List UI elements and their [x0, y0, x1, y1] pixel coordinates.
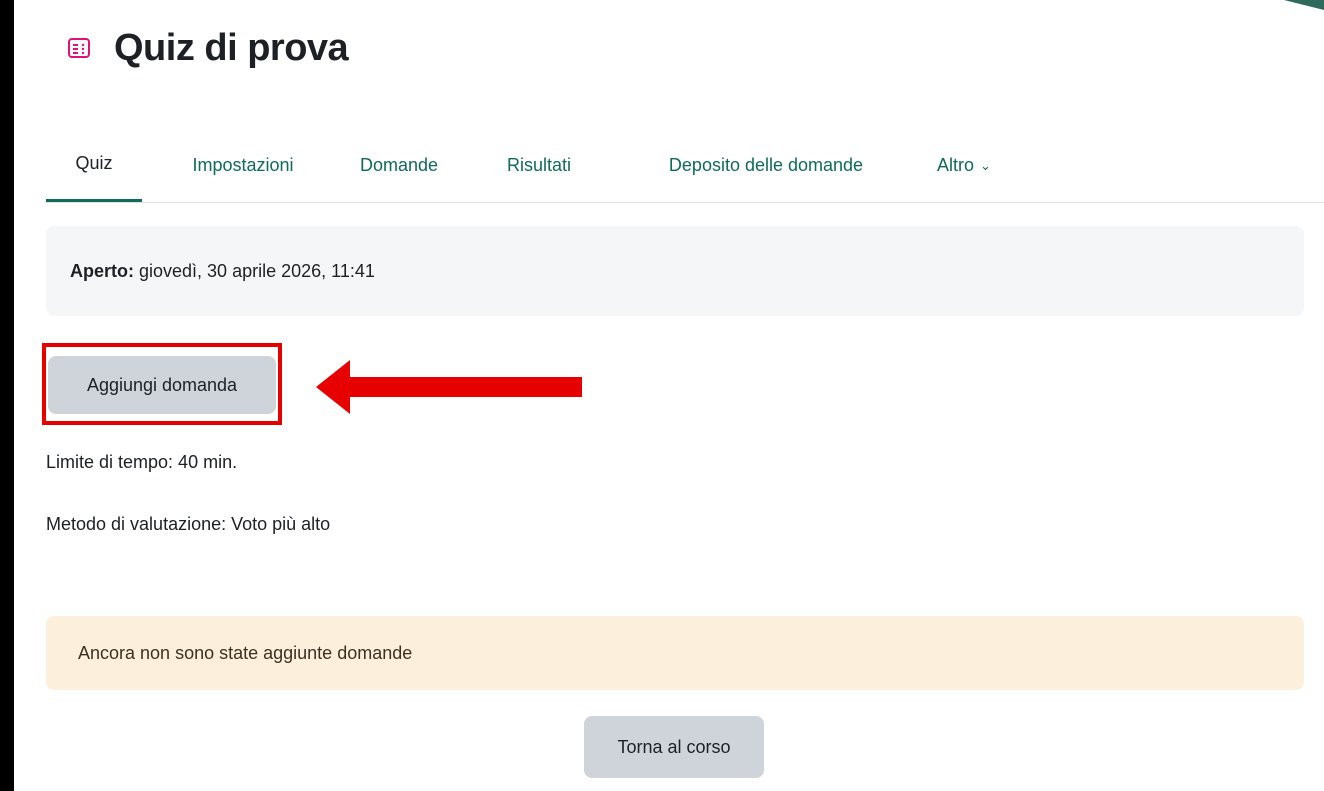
page-frame: Quiz di prova Quiz Impostazioni Domande …	[14, 0, 1324, 791]
tab-label: Deposito delle domande	[668, 154, 864, 175]
tab-label: Domande	[359, 154, 439, 175]
secondary-navigation: Quiz Impostazioni Domande Risultati Depo…	[46, 128, 1324, 203]
back-to-course-button[interactable]: Torna al corso	[584, 716, 764, 778]
tab-risultati[interactable]: Risultati	[486, 128, 592, 202]
tab-domande[interactable]: Domande	[344, 128, 454, 202]
corner-decoration	[1284, 0, 1324, 10]
open-date-value: giovedì, 30 aprile 2026, 11:41	[139, 260, 375, 281]
quiz-icon	[66, 35, 92, 61]
tab-impostazioni[interactable]: Impostazioni	[170, 128, 316, 202]
no-questions-alert: Ancora non sono state aggiunte domande	[46, 616, 1304, 690]
tab-label: Impostazioni	[192, 154, 294, 175]
open-date-box: Aperto: giovedì, 30 aprile 2026, 11:41	[46, 226, 1304, 316]
page-header: Quiz di prova	[66, 18, 349, 78]
tab-label: Risultati	[506, 154, 572, 175]
time-limit-text: Limite di tempo: 40 min.	[46, 452, 238, 472]
page-title: Quiz di prova	[114, 26, 349, 69]
tab-label: Quiz	[75, 153, 113, 173]
tab-deposito-domande[interactable]: Deposito delle domande	[626, 128, 906, 202]
highlight-annotation	[42, 343, 282, 425]
chevron-down-icon: ⌄	[980, 158, 991, 173]
grading-method-text: Metodo di valutazione: Voto più alto	[46, 514, 331, 534]
alert-message: Ancora non sono state aggiunte domande	[78, 642, 413, 663]
tab-altro[interactable]: Altro ⌄	[912, 128, 1016, 202]
tab-label: Altro	[937, 154, 975, 175]
tab-quiz[interactable]: Quiz	[46, 128, 142, 202]
open-date-label: Aperto:	[70, 260, 134, 281]
arrow-left-icon	[316, 360, 582, 414]
